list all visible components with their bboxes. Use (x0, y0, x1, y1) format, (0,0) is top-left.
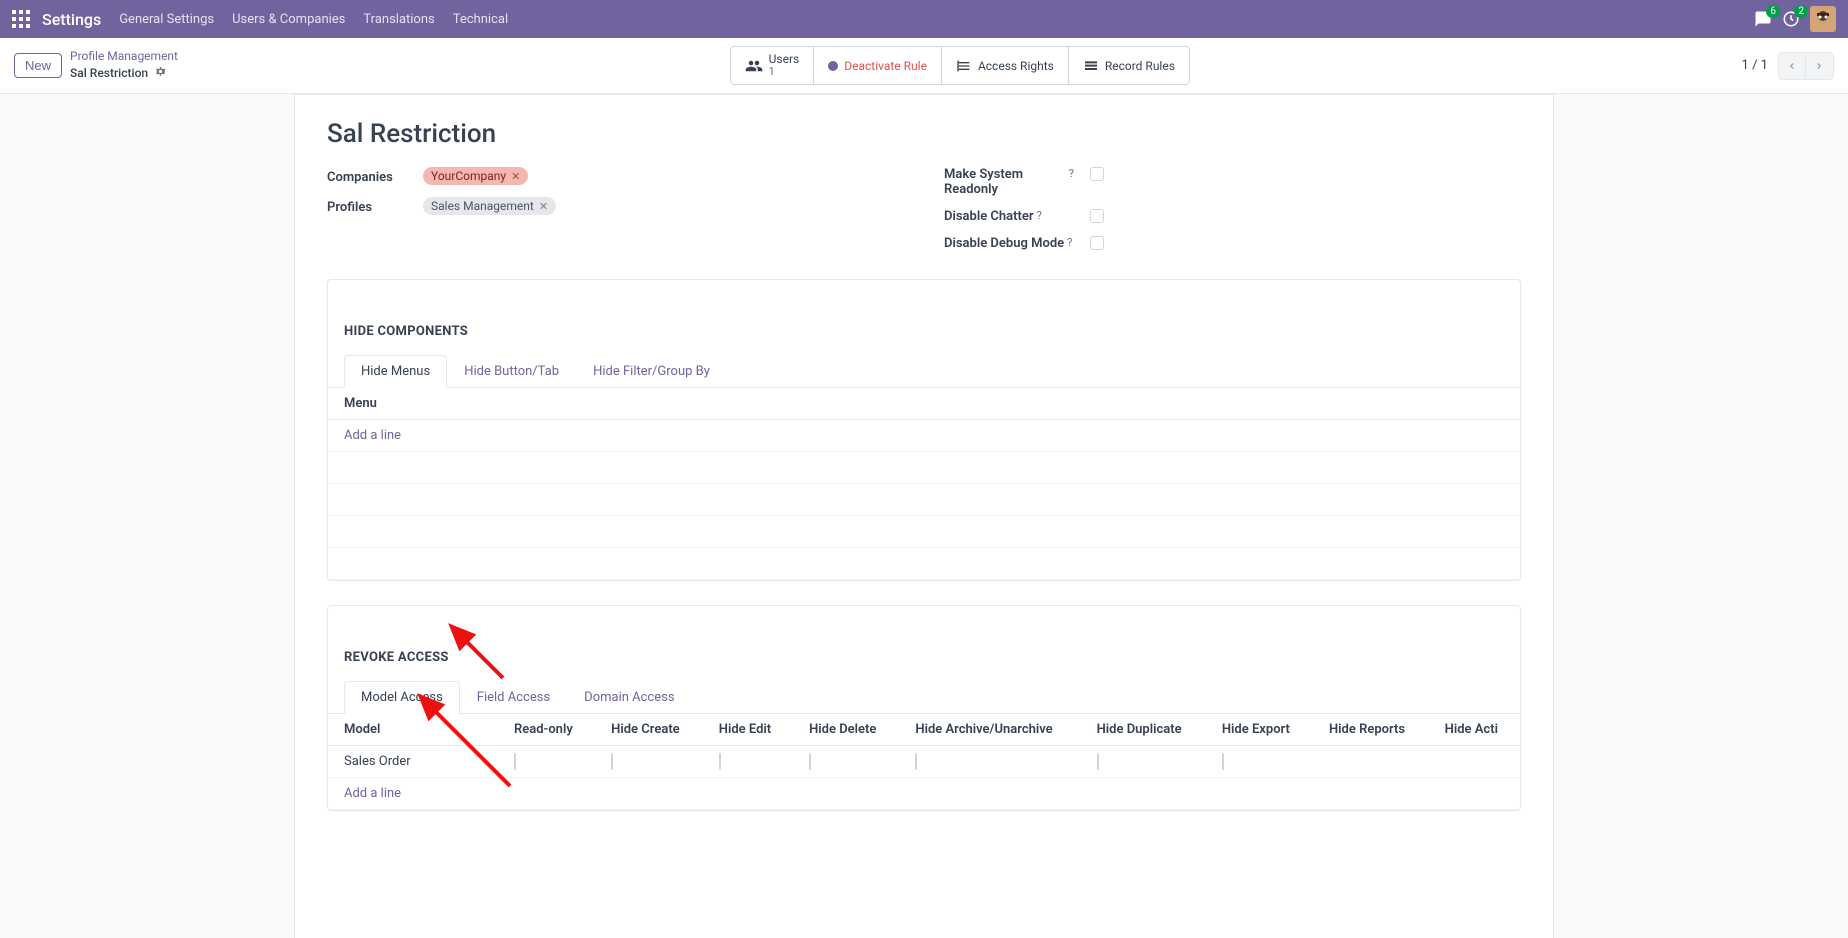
hide-edit-checkbox[interactable] (719, 753, 721, 770)
activities-icon[interactable]: 2 (1782, 10, 1800, 28)
gear-icon[interactable] (154, 65, 167, 83)
tab-hide-menus[interactable]: Hide Menus (344, 355, 447, 388)
dot-icon (828, 61, 838, 71)
col-hide-export: Hide Export (1206, 714, 1313, 746)
breadcrumb-parent[interactable]: Profile Management (70, 49, 178, 65)
readonly-checkbox[interactable] (514, 753, 516, 770)
avatar[interactable] (1810, 6, 1836, 32)
form-sheet: Sal Restriction Companies YourCompany ✕ … (294, 94, 1554, 938)
hide-create-checkbox[interactable] (611, 753, 613, 770)
menu-users-companies[interactable]: Users & Companies (232, 12, 345, 27)
close-icon[interactable]: ✕ (539, 200, 548, 213)
menu-general-settings[interactable]: General Settings (119, 12, 214, 27)
pager-prev-button[interactable] (1778, 52, 1806, 80)
navbar-menu: General Settings Users & Companies Trans… (119, 12, 508, 27)
revoke-access-section: REVOKE ACCESS Model Access Field Access … (327, 605, 1521, 811)
app-title[interactable]: Settings (42, 10, 101, 29)
companies-label: Companies (327, 167, 407, 185)
deactivate-button[interactable]: Deactivate Rule (814, 47, 942, 84)
menu-translations[interactable]: Translations (363, 12, 434, 27)
debug-label: Disable Debug Mode? (944, 236, 1074, 251)
hide-menus-table: Menu Add a line (328, 388, 1520, 580)
hide-duplicate-checkbox[interactable] (1097, 753, 1099, 770)
status-buttons: Users 1 Deactivate Rule Access Rights Re… (730, 46, 1190, 85)
tab-field-access[interactable]: Field Access (460, 681, 567, 714)
new-button[interactable]: New (14, 53, 62, 78)
table-row (328, 452, 1520, 484)
col-hide-duplicate: Hide Duplicate (1081, 714, 1206, 746)
revoke-access-title: REVOKE ACCESS (328, 634, 1520, 665)
tab-model-access[interactable]: Model Access (344, 681, 460, 714)
pager-text: 1 / 1 (1742, 58, 1768, 73)
tab-hide-filter[interactable]: Hide Filter/Group By (576, 355, 727, 388)
menu-technical[interactable]: Technical (453, 12, 508, 27)
breadcrumb: Profile Management Sal Restriction (70, 49, 178, 82)
revoke-tabs: Model Access Field Access Domain Access (328, 681, 1520, 714)
help-icon[interactable]: ? (1067, 236, 1072, 249)
main-content: Sal Restriction Companies YourCompany ✕ … (0, 94, 1848, 938)
add-line-link[interactable]: Add a line (344, 786, 401, 801)
tab-hide-button[interactable]: Hide Button/Tab (447, 355, 576, 388)
hide-delete-checkbox[interactable] (809, 753, 811, 770)
col-hide-actions: Hide Acti (1429, 714, 1520, 746)
col-readonly: Read-only (498, 714, 595, 746)
navbar: Settings General Settings Users & Compan… (0, 0, 1848, 38)
profile-tag[interactable]: Sales Management ✕ (423, 197, 556, 215)
table-row (328, 548, 1520, 580)
debug-checkbox[interactable] (1090, 236, 1104, 250)
col-hide-delete: Hide Delete (793, 714, 899, 746)
chatter-label: Disable Chatter? (944, 209, 1074, 224)
tab-domain-access[interactable]: Domain Access (567, 681, 691, 714)
close-icon[interactable]: ✕ (511, 170, 520, 183)
breadcrumb-current: Sal Restriction (70, 66, 148, 82)
model-access-table: Model Read-only Hide Create Hide Edit Hi… (328, 714, 1520, 810)
access-rights-button[interactable]: Access Rights (942, 47, 1069, 84)
activities-badge: 2 (1794, 5, 1808, 18)
messages-icon[interactable]: 6 (1754, 10, 1772, 28)
profiles-label: Profiles (327, 197, 407, 215)
pager: 1 / 1 (1742, 52, 1834, 80)
col-model: Model (328, 714, 498, 746)
model-cell: Sales Order (328, 746, 498, 778)
hide-components-section: HIDE COMPONENTS Hide Menus Hide Button/T… (327, 279, 1521, 581)
table-row (328, 484, 1520, 516)
chatter-checkbox[interactable] (1090, 209, 1104, 223)
page-title: Sal Restriction (327, 119, 1521, 149)
readonly-checkbox[interactable] (1090, 167, 1104, 181)
help-icon[interactable]: ? (1069, 167, 1074, 180)
apps-icon[interactable] (12, 10, 30, 28)
pager-next-button[interactable] (1806, 52, 1834, 80)
table-row (328, 516, 1520, 548)
messages-badge: 6 (1766, 5, 1780, 18)
col-menu: Menu (328, 388, 1520, 420)
col-hide-archive: Hide Archive/Unarchive (899, 714, 1080, 746)
company-tag[interactable]: YourCompany ✕ (423, 167, 528, 185)
help-icon[interactable]: ? (1037, 209, 1042, 222)
table-row[interactable]: Sales Order (328, 746, 1520, 778)
col-hide-create: Hide Create (595, 714, 703, 746)
hide-archive-checkbox[interactable] (915, 753, 917, 770)
add-line-link[interactable]: Add a line (344, 428, 401, 443)
readonly-label: Make System Readonly? (944, 167, 1074, 197)
users-button[interactable]: Users 1 (731, 47, 815, 84)
hide-export-checkbox[interactable] (1222, 753, 1224, 770)
col-hide-edit: Hide Edit (703, 714, 793, 746)
col-hide-reports: Hide Reports (1313, 714, 1429, 746)
users-count: 1 (769, 66, 800, 78)
control-bar: New Profile Management Sal Restriction U… (0, 38, 1848, 94)
hide-tabs: Hide Menus Hide Button/Tab Hide Filter/G… (328, 355, 1520, 388)
hide-components-title: HIDE COMPONENTS (328, 308, 1520, 339)
record-rules-button[interactable]: Record Rules (1069, 47, 1189, 84)
